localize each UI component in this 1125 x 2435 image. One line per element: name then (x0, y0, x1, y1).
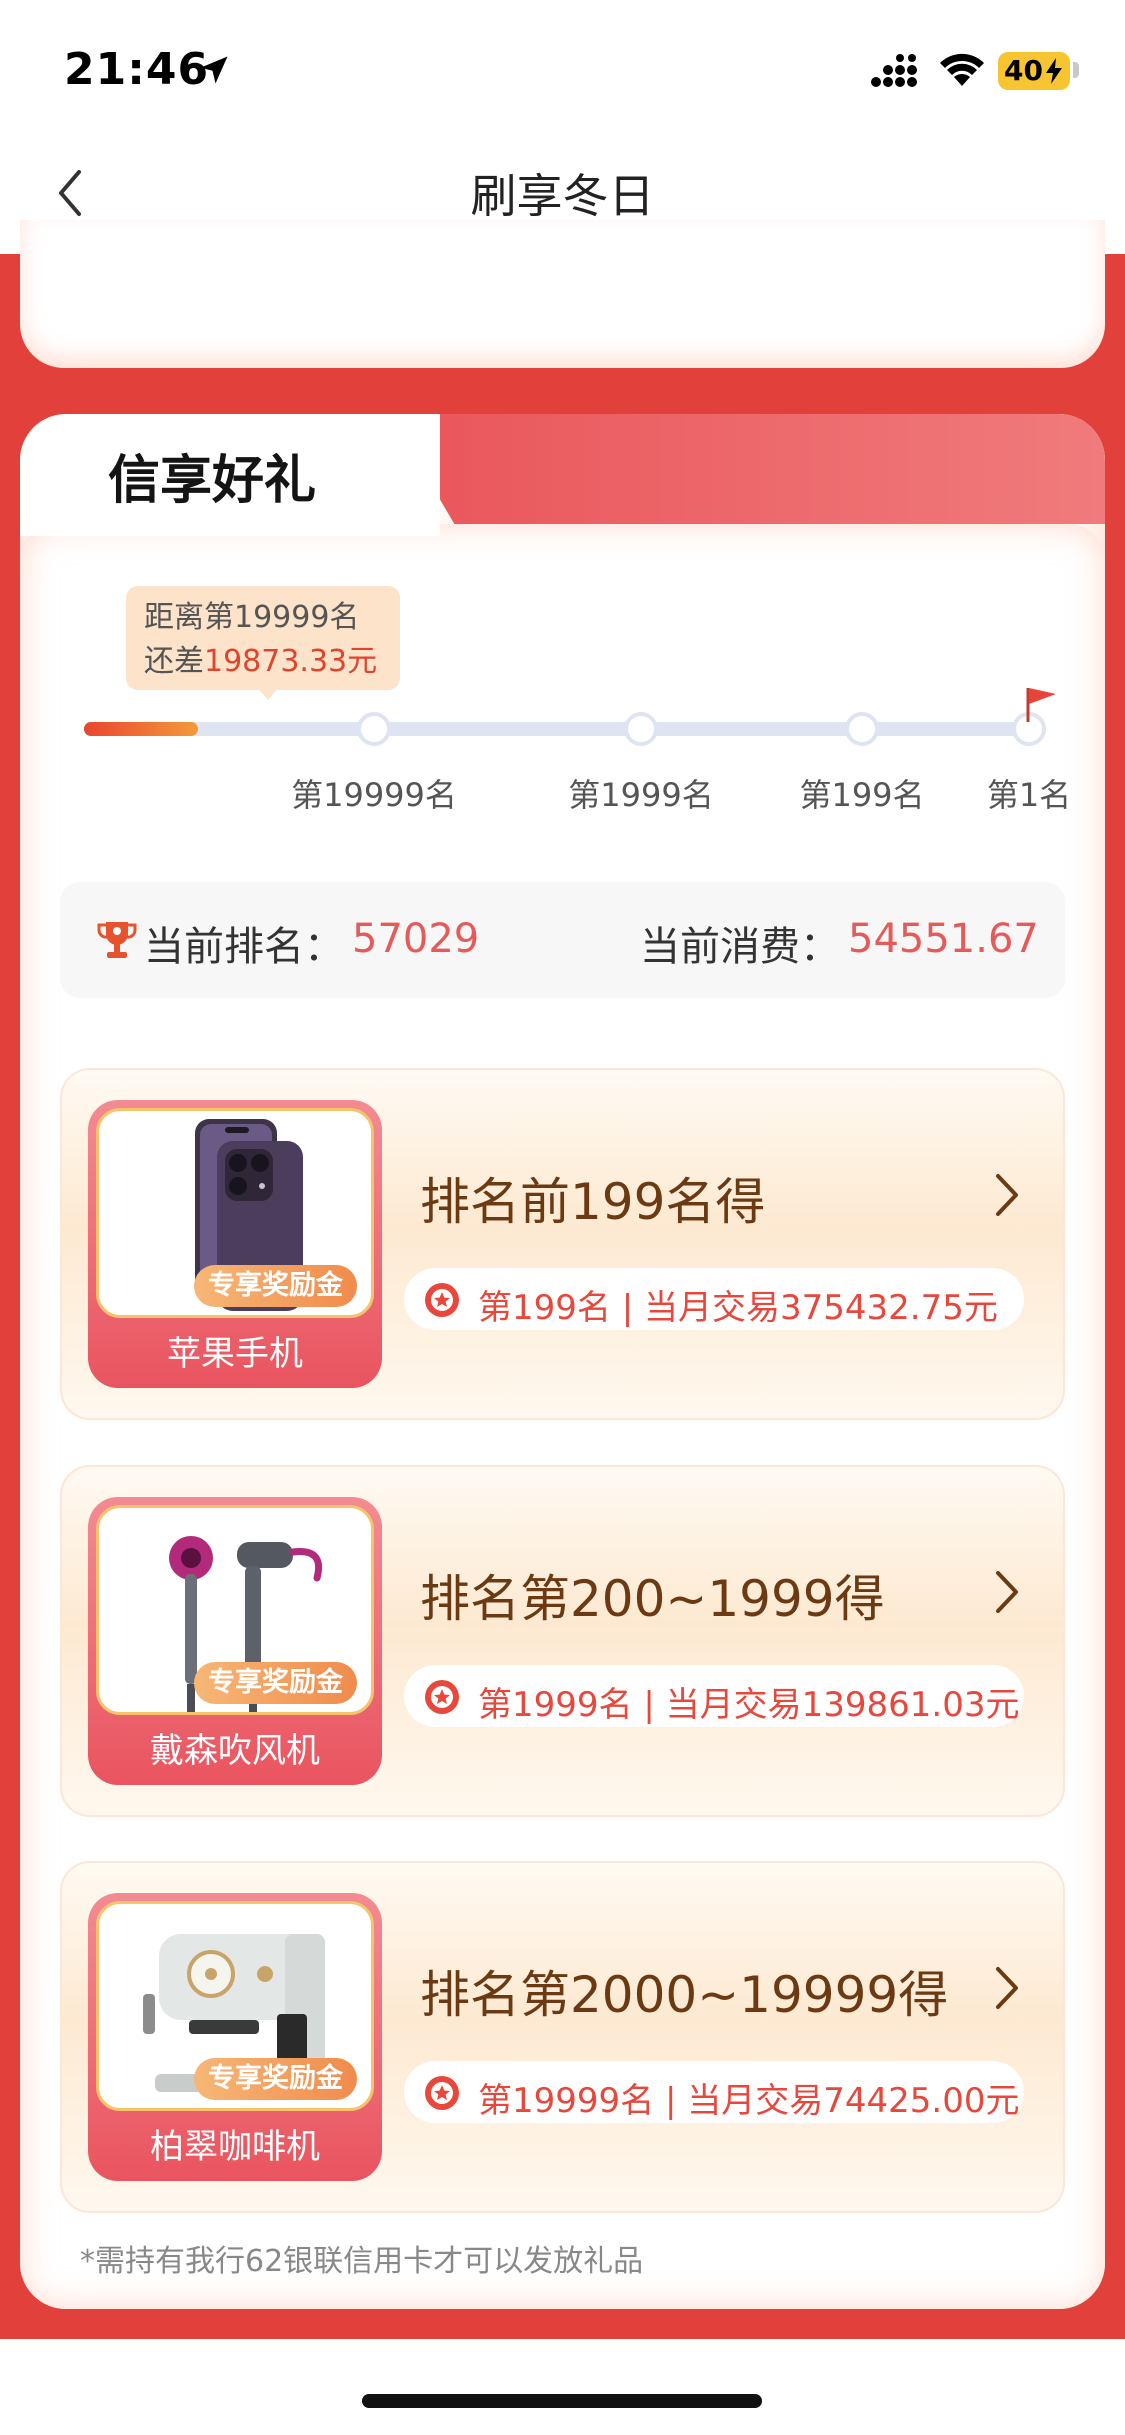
prize-image-frame: 专享奖励金 柏翠咖啡机 (88, 1893, 382, 2181)
tooltip-tail (258, 688, 278, 700)
chevron-right-icon (996, 1174, 1018, 1216)
progress-track (84, 722, 1030, 736)
reward-badge: 专享奖励金 (194, 1662, 357, 1704)
battery-tip (1073, 62, 1079, 78)
prize-detail-pill: 第1999名 | 当月交易139861.03元 (404, 1665, 1024, 1727)
chevron-right-icon (996, 1967, 1018, 2009)
rank-value: 57029 (352, 916, 480, 962)
star-medal-icon (425, 2076, 459, 2110)
prize-detail-text: 第199名 | 当月交易375432.75元 (478, 1288, 998, 1328)
milestone-node-1999 (624, 712, 658, 746)
prize-name: 苹果手机 (167, 1334, 303, 1374)
wifi-icon (940, 53, 984, 86)
tooltip-line1: 距离第19999名 (144, 600, 360, 635)
top-card (20, 220, 1105, 368)
charging-bolt-icon (1046, 58, 1062, 84)
location-arrow-icon (200, 56, 228, 84)
tooltip-prefix: 还差 (144, 644, 204, 679)
battery-level: 40 (1004, 54, 1043, 87)
prize-name: 戴森吹风机 (150, 1731, 320, 1771)
battery-icon: 40 (998, 52, 1070, 90)
progress-tooltip: 距离第19999名 还差19873.33元 (126, 586, 400, 690)
cellular-signal-icon (871, 54, 917, 87)
dryer-image: 专享奖励金 (96, 1505, 374, 1715)
prize-detail-text: 第19999名 | 当月交易74425.00元 (478, 2081, 1020, 2121)
prize-image-frame: 专享奖励金 戴森吹风机 (88, 1497, 382, 1785)
milestone-label-19999: 第19999名 (291, 776, 457, 814)
coffee-machine-image: 专享奖励金 (96, 1901, 374, 2111)
phone-image: 专享奖励金 (96, 1108, 374, 1318)
status-time: 21:46 (64, 44, 210, 95)
prize-item-phone[interactable]: 专享奖励金 苹果手机 排名前199名得 第199名 | 当月交易375432.7… (60, 1068, 1065, 1420)
page-title: 刷享冬日 (470, 169, 655, 223)
progress-fill (84, 722, 198, 736)
reward-badge: 专享奖励金 (194, 2058, 357, 2100)
reward-badge: 专享奖励金 (194, 1265, 357, 1307)
milestone-label-1999: 第1999名 (568, 776, 714, 814)
prize-item-coffee[interactable]: 专享奖励金 柏翠咖啡机 排名第2000~19999得 第19999名 | 当月交… (60, 1861, 1065, 2213)
tab-credit-gifts-label: 信享好礼 (108, 451, 317, 511)
footnote: *需持有我行62银联信用卡才可以发放礼品 (80, 2244, 644, 2279)
prize-detail-text: 第1999名 | 当月交易139861.03元 (478, 1685, 1020, 1725)
trophy-icon (97, 922, 137, 958)
tab-credit-gifts[interactable]: 信享好礼 (20, 414, 440, 536)
tooltip-amount: 19873.33元 (204, 644, 378, 679)
prize-image-frame: 专享奖励金 苹果手机 (88, 1100, 382, 1388)
prize-item-dryer[interactable]: 专享奖励金 戴森吹风机 排名第200~1999得 第1999名 | 当月交易13… (60, 1465, 1065, 1817)
star-medal-icon (425, 1680, 459, 1714)
prize-name: 柏翠咖啡机 (150, 2127, 320, 2167)
prize-detail-pill: 第19999名 | 当月交易74425.00元 (404, 2061, 1024, 2123)
stats-panel: 当前排名： 57029 当前消费： 54551.67 (60, 882, 1065, 998)
rank-label: 当前排名： (144, 924, 344, 970)
prize-detail-pill: 第199名 | 当月交易375432.75元 (404, 1268, 1024, 1330)
flag-icon (1026, 688, 1056, 722)
prize-title: 排名前199名得 (420, 1173, 766, 1231)
spend-label: 当前消费： (640, 924, 840, 970)
milestone-node-199 (845, 712, 879, 746)
prize-title: 排名第2000~19999得 (420, 1966, 949, 2024)
home-indicator[interactable] (362, 2394, 762, 2408)
tab-spend-50k-label: 消费满5万，再赢好礼 (455, 42, 841, 88)
spend-value: 54551.67 (848, 916, 1039, 962)
chevron-right-icon (996, 1571, 1018, 1613)
tab-spend-50k[interactable] (390, 414, 1105, 524)
milestone-label-1: 第1名 (986, 776, 1072, 814)
milestone-node-19999 (357, 712, 391, 746)
star-medal-icon (425, 1283, 459, 1317)
prize-title: 排名第200~1999得 (420, 1570, 885, 1628)
